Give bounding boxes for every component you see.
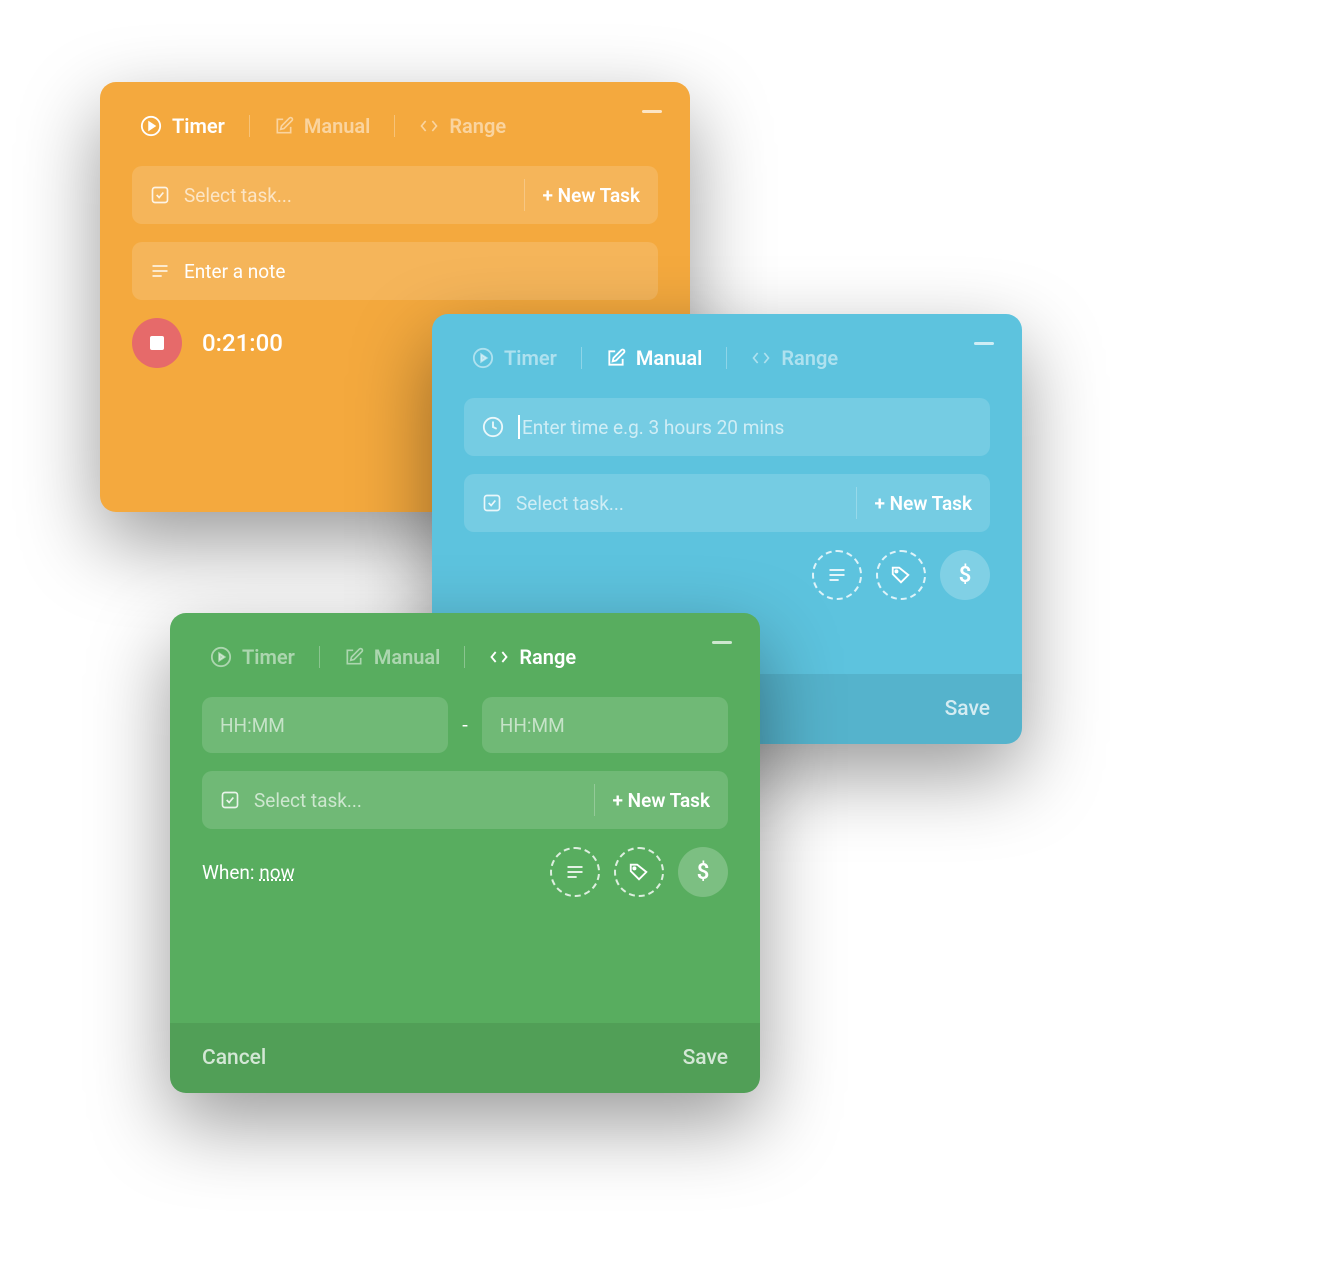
task-placeholder: Select task...: [254, 789, 576, 812]
task-select-row[interactable]: Select task... + New Task: [464, 474, 990, 532]
stop-icon: [150, 336, 164, 350]
cancel-button[interactable]: Cancel: [202, 1046, 266, 1070]
minimize-button[interactable]: [712, 641, 732, 644]
tab-manual-label: Manual: [304, 114, 371, 138]
task-select-row[interactable]: Select task... + New Task: [202, 771, 728, 829]
tabs: Timer Manual Range: [464, 346, 990, 370]
minimize-button[interactable]: [642, 110, 662, 113]
time-range-row: HH:MM - HH:MM: [202, 697, 728, 753]
check-square-icon: [220, 790, 240, 810]
clock-icon: [482, 416, 504, 438]
tab-range-label: Range: [449, 114, 506, 138]
tab-timer[interactable]: Timer: [140, 114, 225, 138]
note-button[interactable]: [812, 550, 862, 600]
tab-manual[interactable]: Manual: [344, 645, 441, 669]
new-task-button[interactable]: + New Task: [875, 492, 973, 515]
start-time-input[interactable]: HH:MM: [202, 697, 448, 753]
tab-divider: [581, 347, 582, 369]
tab-divider: [726, 347, 727, 369]
task-placeholder: Select task...: [516, 492, 838, 515]
divider: [594, 784, 595, 816]
new-task-button[interactable]: + New Task: [543, 184, 641, 207]
check-square-icon: [150, 185, 170, 205]
dollar-icon: $: [697, 860, 710, 885]
tag-button[interactable]: [614, 847, 664, 897]
tab-range[interactable]: Range: [419, 114, 506, 138]
tab-divider: [249, 115, 250, 137]
tag-button[interactable]: [876, 550, 926, 600]
tab-range-label: Range: [781, 346, 838, 370]
range-card: Timer Manual Range HH:MM - HH:MM Sel: [170, 613, 760, 1093]
tab-timer-label: Timer: [242, 645, 295, 669]
tab-range-label: Range: [519, 645, 576, 669]
when-row: When: now: [202, 861, 295, 884]
edit-icon: [274, 116, 294, 136]
stop-button[interactable]: [132, 318, 182, 368]
when-label: When:: [202, 861, 255, 884]
bottom-actions: When: now $: [202, 847, 728, 897]
tab-timer[interactable]: Timer: [210, 645, 295, 669]
icon-group: $: [550, 847, 728, 897]
note-button[interactable]: [550, 847, 600, 897]
icon-group: $: [812, 550, 990, 600]
tabs: Timer Manual Range: [132, 114, 658, 138]
play-circle-icon: [210, 646, 232, 668]
tabs: Timer Manual Range: [202, 645, 728, 669]
end-time-input[interactable]: HH:MM: [482, 697, 728, 753]
tab-divider: [319, 646, 320, 668]
new-task-button[interactable]: + New Task: [613, 789, 711, 812]
edit-icon: [344, 647, 364, 667]
note-lines-icon: [150, 262, 170, 280]
minimize-button[interactable]: [974, 342, 994, 345]
range-arrows-icon: [489, 649, 509, 665]
save-button[interactable]: Save: [683, 1046, 728, 1070]
tab-manual[interactable]: Manual: [274, 114, 371, 138]
range-arrows-icon: [751, 350, 771, 366]
tab-divider: [464, 646, 465, 668]
tab-timer-label: Timer: [504, 346, 557, 370]
tab-range[interactable]: Range: [489, 645, 576, 669]
tab-manual-label: Manual: [636, 346, 703, 370]
divider: [524, 179, 525, 211]
save-button[interactable]: Save: [945, 697, 990, 721]
range-dash: -: [462, 713, 468, 737]
tab-range[interactable]: Range: [751, 346, 838, 370]
when-value[interactable]: now: [259, 861, 295, 884]
play-circle-icon: [140, 115, 162, 137]
end-placeholder: HH:MM: [500, 714, 565, 737]
task-select-row[interactable]: Select task... + New Task: [132, 166, 658, 224]
text-cursor: [518, 415, 520, 439]
tab-manual-label: Manual: [374, 645, 441, 669]
play-circle-icon: [472, 347, 494, 369]
edit-icon: [606, 348, 626, 368]
tab-timer[interactable]: Timer: [472, 346, 557, 370]
tab-manual[interactable]: Manual: [606, 346, 703, 370]
note-placeholder: Enter a note: [184, 260, 640, 283]
tab-divider: [394, 115, 395, 137]
dollar-icon: $: [959, 563, 972, 588]
divider: [856, 487, 857, 519]
note-input[interactable]: Enter a note: [132, 242, 658, 300]
tab-timer-label: Timer: [172, 114, 225, 138]
time-placeholder: Enter time e.g. 3 hours 20 mins: [522, 416, 972, 439]
task-placeholder: Select task...: [184, 184, 506, 207]
elapsed-time: 0:21:00: [202, 329, 283, 357]
time-input[interactable]: Enter time e.g. 3 hours 20 mins: [464, 398, 990, 456]
range-arrows-icon: [419, 118, 439, 134]
billable-button[interactable]: $: [678, 847, 728, 897]
start-placeholder: HH:MM: [220, 714, 285, 737]
check-square-icon: [482, 493, 502, 513]
card-footer: Cancel Save: [170, 1023, 760, 1093]
bottom-actions: $: [464, 550, 990, 600]
billable-button[interactable]: $: [940, 550, 990, 600]
